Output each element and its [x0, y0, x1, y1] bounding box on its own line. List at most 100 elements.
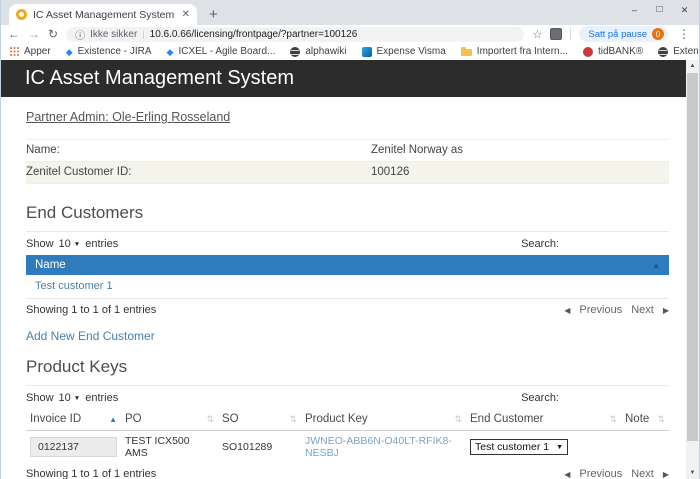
- visma-icon: [362, 47, 372, 57]
- bookmark-apps[interactable]: Apper: [10, 46, 51, 57]
- scrollbar-thumb[interactable]: [687, 73, 698, 441]
- column-label: Invoice ID: [30, 413, 81, 425]
- apps-grid-icon: [10, 47, 19, 56]
- next-button[interactable]: Next: [631, 304, 654, 316]
- column-header-note[interactable]: Note ⇅: [621, 408, 669, 431]
- search-control: Search:: [521, 391, 669, 405]
- previous-button[interactable]: Previous: [579, 468, 622, 479]
- tab-favicon-icon: [16, 9, 27, 20]
- toolbar-separator: [570, 28, 571, 40]
- sort-both-icon: ⇅: [609, 414, 617, 425]
- table-row: 0122137 TEST ICX500 AMS SO101289 JWNEO-A…: [26, 431, 669, 464]
- reload-icon[interactable]: ↻: [48, 26, 58, 42]
- bookmark-extended-dtt[interactable]: Extended DTT (Aut...: [658, 46, 699, 57]
- page-body: Partner Admin: Ole-Erling Rosseland Name…: [1, 97, 688, 479]
- next-arrow-icon[interactable]: ▶: [663, 306, 669, 315]
- new-tab-button[interactable]: +: [209, 4, 218, 25]
- column-header-so[interactable]: SO ⇅: [218, 408, 301, 431]
- sort-ascending-icon: ▲: [652, 261, 660, 270]
- end-customers-footer: Showing 1 to 1 of 1 entries ◀ Previous N…: [26, 304, 669, 316]
- bookmark-label: Apper: [24, 46, 51, 57]
- maximize-button[interactable]: □: [647, 1, 672, 19]
- column-label: Product Key: [305, 413, 368, 425]
- menu-kebab-icon[interactable]: ⋮: [676, 27, 692, 41]
- previous-arrow-icon[interactable]: ◀: [564, 306, 570, 315]
- bookmark-alphawiki[interactable]: alphawiki: [290, 46, 346, 57]
- column-label: End Customer: [470, 413, 544, 425]
- jira-icon: ◆: [167, 47, 174, 57]
- product-keys-search-input[interactable]: [564, 391, 669, 405]
- product-key-link[interactable]: JWNEO-ABB6N-O40LT-RFIK8-NESBJ: [305, 435, 452, 459]
- tidbank-icon: [583, 47, 593, 57]
- previous-button[interactable]: Previous: [579, 304, 622, 316]
- end-customers-name-column-header[interactable]: Name ▲: [26, 255, 669, 275]
- bookmark-label: ICXEL - Agile Board...: [178, 46, 275, 57]
- column-header-po[interactable]: PO ⇅: [121, 408, 218, 431]
- next-arrow-icon[interactable]: ▶: [663, 470, 669, 479]
- bookmark-imported[interactable]: Importert fra Intern...: [461, 46, 568, 57]
- page-title: IC Asset Management System: [25, 67, 294, 90]
- window-controls: – □ ✕: [622, 1, 697, 19]
- po-cell: TEST ICX500 AMS: [121, 431, 218, 464]
- table-header-row: Invoice ID ▲ PO ⇅ SO ⇅ Product Key: [26, 408, 669, 431]
- entries-length-select[interactable]: 10 ▼: [59, 392, 81, 404]
- globe-icon: [658, 47, 668, 57]
- address-bar[interactable]: ⓘ Ikke sikker | 10.6.0.66/licensing/fron…: [66, 27, 524, 42]
- product-keys-heading: Product Keys: [26, 357, 669, 377]
- minimize-button[interactable]: –: [622, 1, 647, 19]
- end-customers-search-input[interactable]: [564, 237, 669, 251]
- bookmark-star-icon[interactable]: ☆: [532, 28, 542, 41]
- previous-arrow-icon[interactable]: ◀: [564, 470, 570, 479]
- forward-icon[interactable]: →: [28, 26, 40, 42]
- sort-both-icon: ⇅: [454, 414, 462, 425]
- folder-icon: [461, 49, 472, 56]
- bookmark-label: Extended DTT (Aut...: [673, 46, 699, 57]
- column-header-product-key[interactable]: Product Key ⇅: [301, 408, 466, 431]
- extension-icon[interactable]: [550, 28, 562, 40]
- end-customers-heading: End Customers: [26, 203, 669, 223]
- search-label: Search:: [521, 238, 559, 250]
- scroll-up-icon[interactable]: ▲: [686, 60, 699, 72]
- chevron-down-icon: ▼: [74, 395, 80, 402]
- bookmarks-bar: Apper ◆ Existence - JIRA ◆ ICXEL - Agile…: [1, 43, 699, 60]
- globe-icon: [290, 47, 300, 57]
- end-customer-row[interactable]: Test customer 1: [26, 275, 669, 299]
- column-header-end-customer[interactable]: End Customer ⇅: [466, 408, 621, 431]
- vertical-scrollbar[interactable]: ▲ ▼: [686, 60, 699, 479]
- sort-ascending-icon: ▲: [109, 415, 117, 424]
- bookmark-tidbank[interactable]: tidBANK®: [583, 46, 643, 57]
- end-customer-select[interactable]: Test customer 1 ▼: [470, 439, 568, 455]
- security-label: Ikke sikker: [90, 29, 137, 40]
- omnibox-separator: |: [142, 29, 144, 39]
- show-label: Show: [26, 392, 54, 404]
- close-window-button[interactable]: ✕: [672, 1, 697, 19]
- add-new-end-customer-link[interactable]: Add New End Customer: [26, 329, 155, 343]
- tab-close-icon[interactable]: ✕: [180, 9, 190, 20]
- column-header-invoice-id[interactable]: Invoice ID ▲: [26, 408, 121, 431]
- info-label: Name:: [26, 140, 371, 162]
- bookmark-existence-jira[interactable]: ◆ Existence - JIRA: [66, 46, 152, 57]
- show-label: Show: [26, 238, 54, 250]
- product-keys-controls: Show 10 ▼ entries Search:: [26, 385, 669, 405]
- browser-toolbar: ← → ↻ ⓘ Ikke sikker | 10.6.0.66/licensin…: [1, 25, 699, 43]
- bookmark-expense-visma[interactable]: Expense Visma: [362, 46, 446, 57]
- site-info-icon[interactable]: ⓘ: [75, 27, 85, 42]
- page-content: IC Asset Management System Partner Admin…: [1, 60, 699, 479]
- entries-length-value: 10: [59, 238, 71, 250]
- back-icon[interactable]: ←: [8, 26, 20, 42]
- info-label: Zenitel Customer ID:: [26, 162, 371, 184]
- entries-length-select[interactable]: 10 ▼: [59, 238, 81, 250]
- page-header: IC Asset Management System: [1, 60, 688, 97]
- partner-info-table: Name: Zenitel Norway as Zenitel Customer…: [26, 139, 669, 184]
- url-text[interactable]: 10.6.0.66/licensing/frontpage/?partner=1…: [150, 29, 516, 40]
- scroll-down-icon[interactable]: ▼: [686, 467, 699, 479]
- next-button[interactable]: Next: [631, 468, 654, 479]
- showing-entries-text: Showing 1 to 1 of 1 entries: [26, 304, 156, 316]
- showing-entries-text: Showing 1 to 1 of 1 entries: [26, 468, 156, 479]
- browser-tab[interactable]: IC Asset Management System | Z ✕: [9, 4, 197, 25]
- partner-admin-link[interactable]: Partner Admin: Ole-Erling Rosseland: [26, 110, 230, 124]
- browser-window: IC Asset Management System | Z ✕ + – □ ✕…: [0, 0, 700, 479]
- bookmark-icxel-board[interactable]: ◆ ICXEL - Agile Board...: [167, 46, 276, 57]
- show-entries-control: Show 10 ▼ entries: [26, 392, 118, 404]
- sync-paused-button[interactable]: Satt på pause 0: [579, 26, 668, 42]
